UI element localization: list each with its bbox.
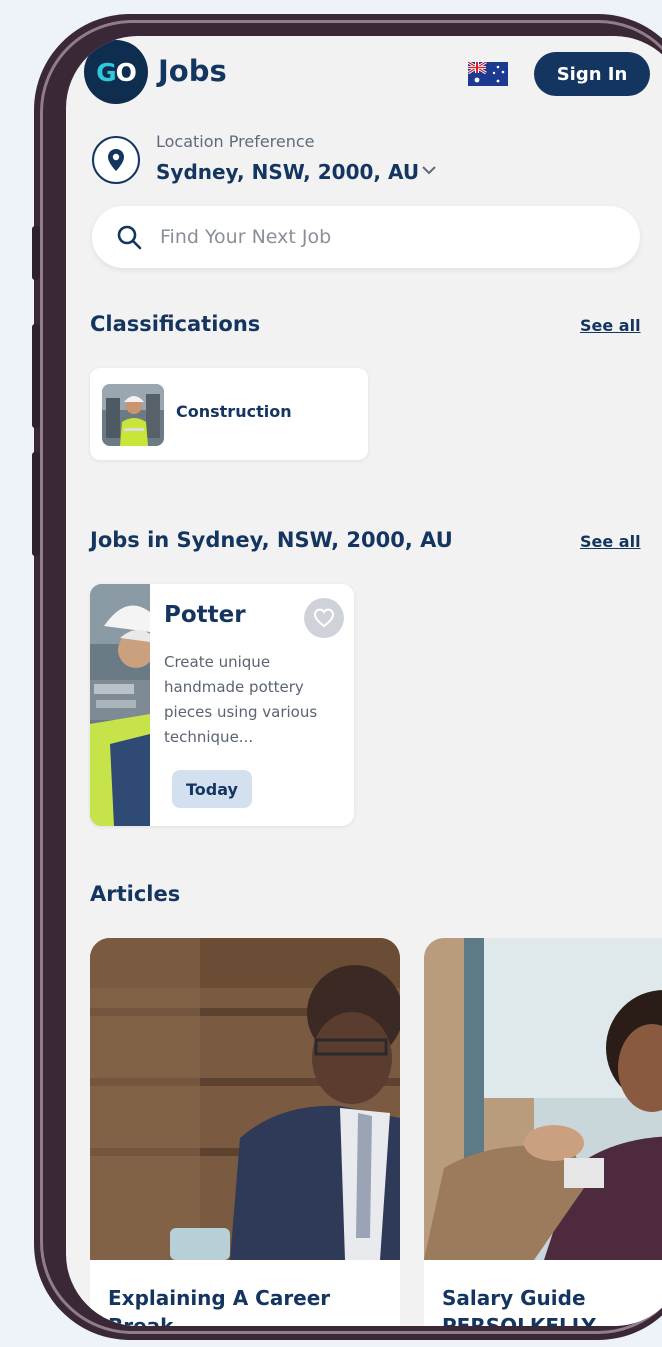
classification-label: Construction: [176, 402, 292, 421]
jobs-see-all-link[interactable]: See all: [580, 532, 641, 551]
classifications-see-all-link[interactable]: See all: [580, 316, 641, 335]
articles-heading: Articles: [90, 882, 181, 906]
job-card[interactable]: Potter Create unique handmade pottery pi…: [90, 584, 354, 826]
sign-in-button[interactable]: Sign In: [534, 52, 650, 96]
phone-screen: GO Jobs Sign In Location Preference Sydn…: [66, 36, 662, 1326]
article-title: Explaining A Career Break: [108, 1286, 331, 1326]
location-preference-value[interactable]: Sydney, NSW, 2000, AU: [156, 160, 419, 184]
job-posted-badge: Today: [172, 770, 252, 808]
job-title: Potter: [164, 602, 246, 628]
app-logo[interactable]: GO: [84, 40, 148, 104]
heart-icon: [313, 608, 335, 628]
search-input[interactable]: [160, 226, 560, 248]
phone-volume-up-button: [32, 324, 40, 428]
job-card-image: [90, 584, 150, 826]
classifications-heading: Classifications: [90, 312, 261, 336]
phone-mute-switch: [32, 226, 40, 280]
article-image: [90, 938, 400, 1260]
article-card[interactable]: Explaining A Career Break: [90, 938, 400, 1326]
article-title: Salary Guide PERSOLKELLY: [442, 1286, 596, 1326]
search-icon: [117, 225, 142, 250]
classification-card-construction[interactable]: Construction: [90, 368, 368, 460]
app-title: Jobs: [158, 54, 227, 88]
location-pin-icon: [108, 149, 124, 171]
job-description: Create unique handmade pottery pieces us…: [164, 653, 318, 746]
phone-volume-down-button: [32, 452, 40, 556]
logo-text: GO: [96, 57, 137, 87]
location-preference-label: Location Preference: [156, 132, 315, 151]
search-bar[interactable]: [92, 206, 640, 268]
construction-worker-thumbnail: [102, 384, 164, 446]
chevron-down-icon[interactable]: [421, 164, 437, 176]
australia-flag-icon[interactable]: [468, 62, 508, 86]
location-pin-button[interactable]: [92, 136, 140, 184]
save-job-button[interactable]: [304, 598, 344, 638]
jobs-heading: Jobs in Sydney, NSW, 2000, AU: [90, 528, 453, 552]
article-image: [424, 938, 662, 1260]
article-card[interactable]: Salary Guide PERSOLKELLY: [424, 938, 662, 1326]
